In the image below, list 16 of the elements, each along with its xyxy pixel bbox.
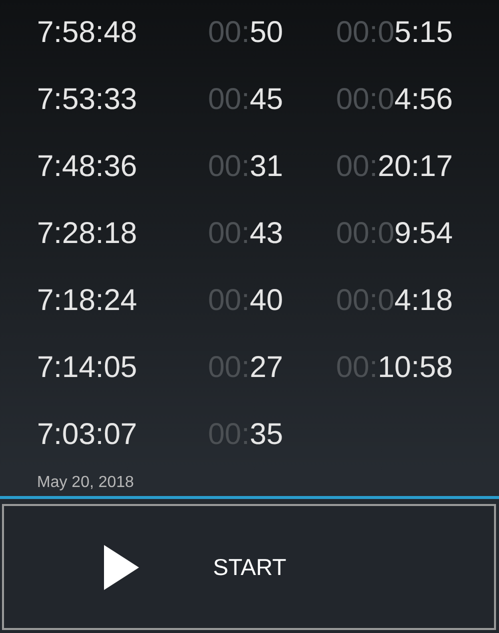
clock-time: 7:03:07 [37, 418, 138, 452]
clock-time: 7:53:33 [37, 82, 138, 116]
elapsed-duration: 00:05:15 [336, 16, 453, 50]
clock-time: 7:18:24 [37, 284, 138, 318]
elapsed-duration: 00:20:17 [336, 150, 453, 184]
clock-time: 7:48:36 [37, 150, 138, 184]
clock-time: 7:14:05 [37, 350, 138, 384]
elapsed-duration: 00:04:56 [336, 82, 453, 116]
clock-time: 7:28:18 [37, 216, 138, 250]
lap-duration: 00:31 [208, 150, 284, 184]
lap-duration: 00:45 [208, 82, 284, 116]
play-icon [104, 544, 139, 590]
start-button[interactable]: START [2, 504, 496, 630]
date-label: May 20, 2018 [37, 473, 135, 493]
lap-duration: 00:50 [208, 16, 284, 50]
clock-time: 7:58:48 [37, 16, 138, 50]
